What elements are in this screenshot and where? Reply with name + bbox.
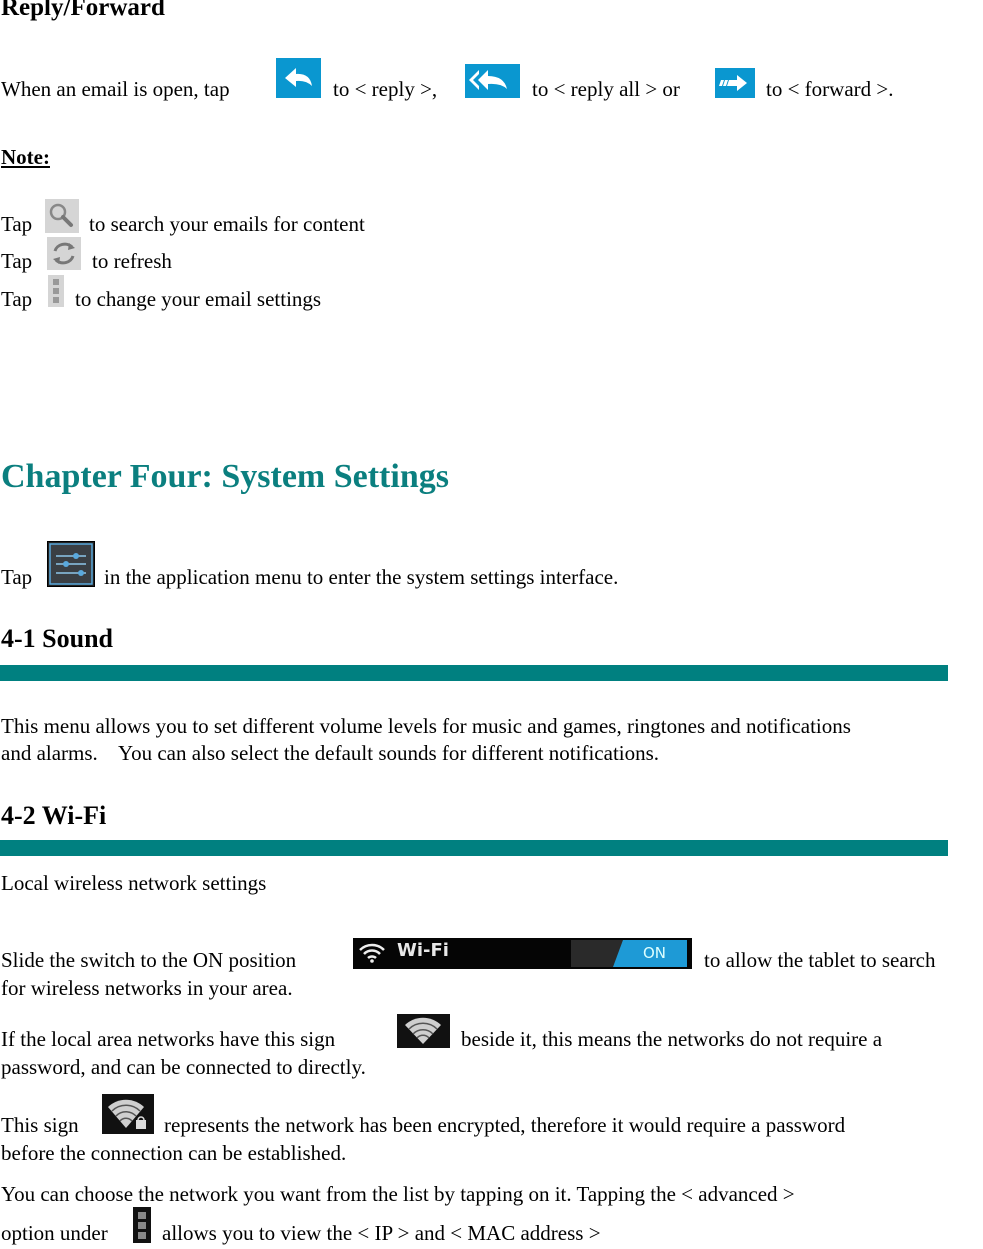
sound-divider <box>0 665 948 681</box>
reply-forward-text-1: When an email is open, tap <box>1 77 230 101</box>
forward-icon <box>715 68 755 98</box>
chapter-intro-prefix: Tap <box>1 565 33 589</box>
overflow-menu-icon <box>48 275 64 307</box>
reply-forward-text-2: to < reply >, <box>333 77 438 101</box>
sound-heading: 4-1 Sound <box>1 624 113 653</box>
chapter-title: Chapter Four: System Settings <box>1 458 449 495</box>
wifi-switch-suffix: to allow the tablet to search <box>704 948 936 972</box>
sound-paragraph-line-2: and alarms. You can also select the defa… <box>1 741 660 765</box>
wifi-switch-line-2: for wireless networks in your area. <box>1 976 293 1000</box>
reply-all-icon <box>465 64 520 98</box>
wifi-choose-prefix: option under <box>1 1221 108 1245</box>
wifi-secure-line-2: before the connection can be established… <box>1 1141 347 1165</box>
wifi-secure-icon <box>102 1094 154 1134</box>
wifi-toggle[interactable]: ON <box>571 940 687 967</box>
note-item-2-prefix: Tap <box>1 249 33 273</box>
note-label: Note: <box>1 145 50 169</box>
search-icon <box>45 199 79 233</box>
wifi-divider <box>0 840 948 856</box>
wifi-subtitle: Local wireless network settings <box>1 871 267 895</box>
overflow-menu-dark-icon <box>133 1207 151 1243</box>
reply-forward-text-3: to < reply all > or <box>532 77 680 101</box>
wifi-secure-suffix: represents the network has been encrypte… <box>164 1113 846 1137</box>
reply-forward-text-4: to < forward >. <box>766 77 894 101</box>
wifi-heading: 4-2 Wi-Fi <box>1 801 107 830</box>
settings-icon <box>47 541 95 587</box>
reply-icon <box>276 58 321 98</box>
note-item-3-text: to change your email settings <box>75 287 322 311</box>
wifi-choose-line-1: You can choose the network you want from… <box>1 1182 795 1206</box>
note-item-3-prefix: Tap <box>1 287 33 311</box>
wifi-switch-prefix: Slide the switch to the ON position <box>1 948 297 972</box>
note-item-2-text: to refresh <box>92 249 172 273</box>
note-item-1-prefix: Tap <box>1 212 33 236</box>
wifi-open-suffix: beside it, this means the networks do no… <box>461 1027 883 1051</box>
wifi-open-line-2: password, and can be connected to direct… <box>1 1055 366 1079</box>
reply-forward-heading: Reply/Forward <box>1 0 165 21</box>
wifi-secure-prefix: This sign <box>1 1113 79 1137</box>
wifi-toggle-state: ON <box>643 944 667 962</box>
note-item-1-text: to search your emails for content <box>89 212 365 236</box>
sound-paragraph-line-1: This menu allows you to set different vo… <box>1 714 851 738</box>
wifi-switch-label: Wi-Fi <box>397 940 449 961</box>
refresh-icon <box>47 237 81 270</box>
wifi-icon <box>359 943 385 963</box>
wifi-choose-suffix: allows you to view the < IP > and < MAC … <box>162 1221 601 1245</box>
wifi-switch-bar: Wi-Fi ON <box>353 938 692 969</box>
wifi-open-prefix: If the local area networks have this sig… <box>1 1027 336 1051</box>
wifi-open-icon <box>397 1014 450 1048</box>
chapter-intro-text: in the application menu to enter the sys… <box>104 565 619 589</box>
